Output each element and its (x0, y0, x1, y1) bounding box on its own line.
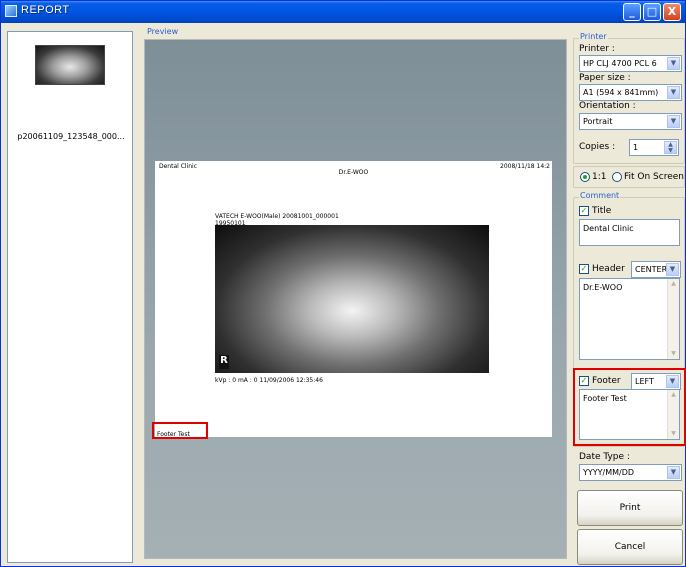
page-header-text: Dr.E-WOO (338, 169, 369, 176)
app-icon (5, 5, 17, 17)
thumbnail-filename[interactable]: p20061109_123548_000... (8, 132, 134, 141)
window-title: REPORT (21, 4, 70, 16)
chevron-down-icon[interactable]: ▼ (667, 115, 680, 128)
maximize-button[interactable]: □ (643, 3, 661, 21)
header-scrollbar[interactable]: ▲ ▼ (667, 279, 679, 359)
title-input[interactable]: Dental Clinic (579, 219, 680, 246)
header-input-value: Dr.E-WOO (583, 283, 623, 292)
orientation-select[interactable]: Portrait ▼ (579, 113, 682, 130)
chevron-down-icon[interactable]: ▼ (667, 86, 680, 99)
title-bar[interactable]: REPORT _ □ X (1, 1, 685, 23)
orientation-label: Orientation : (579, 101, 636, 111)
header-checkbox-label[interactable]: Header (592, 264, 625, 274)
scale-fit-label[interactable]: Fit On Screen (624, 172, 684, 182)
paper-size-select[interactable]: A1 (594 x 841mm) ▼ (579, 84, 682, 101)
printer-select[interactable]: HP CLJ 4700 PCL 6 ▼ (579, 55, 682, 72)
exposure-params: kVp : 0 mA : 0 11/09/2006 12:35:46 (215, 377, 323, 384)
chevron-down-icon[interactable]: ▼ (667, 57, 680, 70)
minimize-button[interactable]: _ (623, 3, 641, 21)
footer-preview-highlight (152, 422, 208, 439)
header-input[interactable]: Dr.E-WOO ▲ ▼ (579, 278, 680, 360)
print-button[interactable]: Print (577, 490, 683, 526)
patient-info-line1: VATECH E-WOO(Male) 20081001_000001 (215, 213, 339, 220)
preview-group-label: Preview (146, 27, 180, 36)
scroll-up-icon[interactable]: ▲ (668, 279, 679, 289)
chevron-down-icon[interactable]: ▼ (666, 263, 679, 276)
printer-select-value: HP CLJ 4700 PCL 6 (583, 59, 657, 68)
copies-label: Copies : (579, 142, 616, 152)
scale-fit-radio[interactable] (612, 172, 622, 182)
date-type-label: Date Type : (579, 452, 630, 462)
xray-thumbnail[interactable] (35, 45, 105, 85)
paper-size-label: Paper size : (579, 73, 631, 83)
paper-size-value: A1 (594 x 841mm) (583, 88, 659, 97)
comment-group-label: Comment (579, 191, 621, 200)
scale-1to1-radio[interactable] (580, 172, 590, 182)
preview-page: Dental Clinic 2008/11/18 14:2 Dr.E-WOO V… (155, 161, 552, 438)
title-checkbox[interactable]: ✓ (579, 206, 589, 216)
header-checkbox[interactable]: ✓ (579, 264, 589, 274)
chevron-down-icon[interactable]: ▼ (667, 466, 680, 479)
spin-updown-icon[interactable]: ▲ ▼ (664, 141, 677, 154)
printer-group-label: Printer (579, 32, 608, 41)
title-input-value: Dental Clinic (583, 224, 634, 233)
title-checkbox-label[interactable]: Title (592, 206, 611, 216)
right-side-marker: R (219, 355, 229, 369)
header-align-value: CENTER (635, 265, 668, 274)
copies-spinner[interactable]: 1 ▲ ▼ (629, 139, 679, 156)
orientation-value: Portrait (583, 117, 613, 126)
copies-value: 1 (633, 143, 639, 152)
date-type-select[interactable]: YYYY/MM/DD ▼ (579, 464, 682, 481)
cancel-button[interactable]: Cancel (577, 529, 683, 565)
close-button[interactable]: X (663, 3, 681, 21)
thumbnail-list[interactable]: p20061109_123548_000... (7, 31, 133, 563)
printer-label: Printer : (579, 44, 615, 54)
footer-settings-highlight (573, 368, 686, 446)
date-type-value: YYYY/MM/DD (583, 468, 635, 477)
scroll-down-icon[interactable]: ▼ (668, 349, 679, 359)
scale-1to1-label[interactable]: 1:1 (592, 172, 606, 182)
header-align-select[interactable]: CENTER ▼ (631, 261, 681, 278)
panoramic-xray-image: R (215, 225, 489, 373)
report-window: REPORT _ □ X p20061109_123548_000... Pre… (0, 0, 686, 567)
